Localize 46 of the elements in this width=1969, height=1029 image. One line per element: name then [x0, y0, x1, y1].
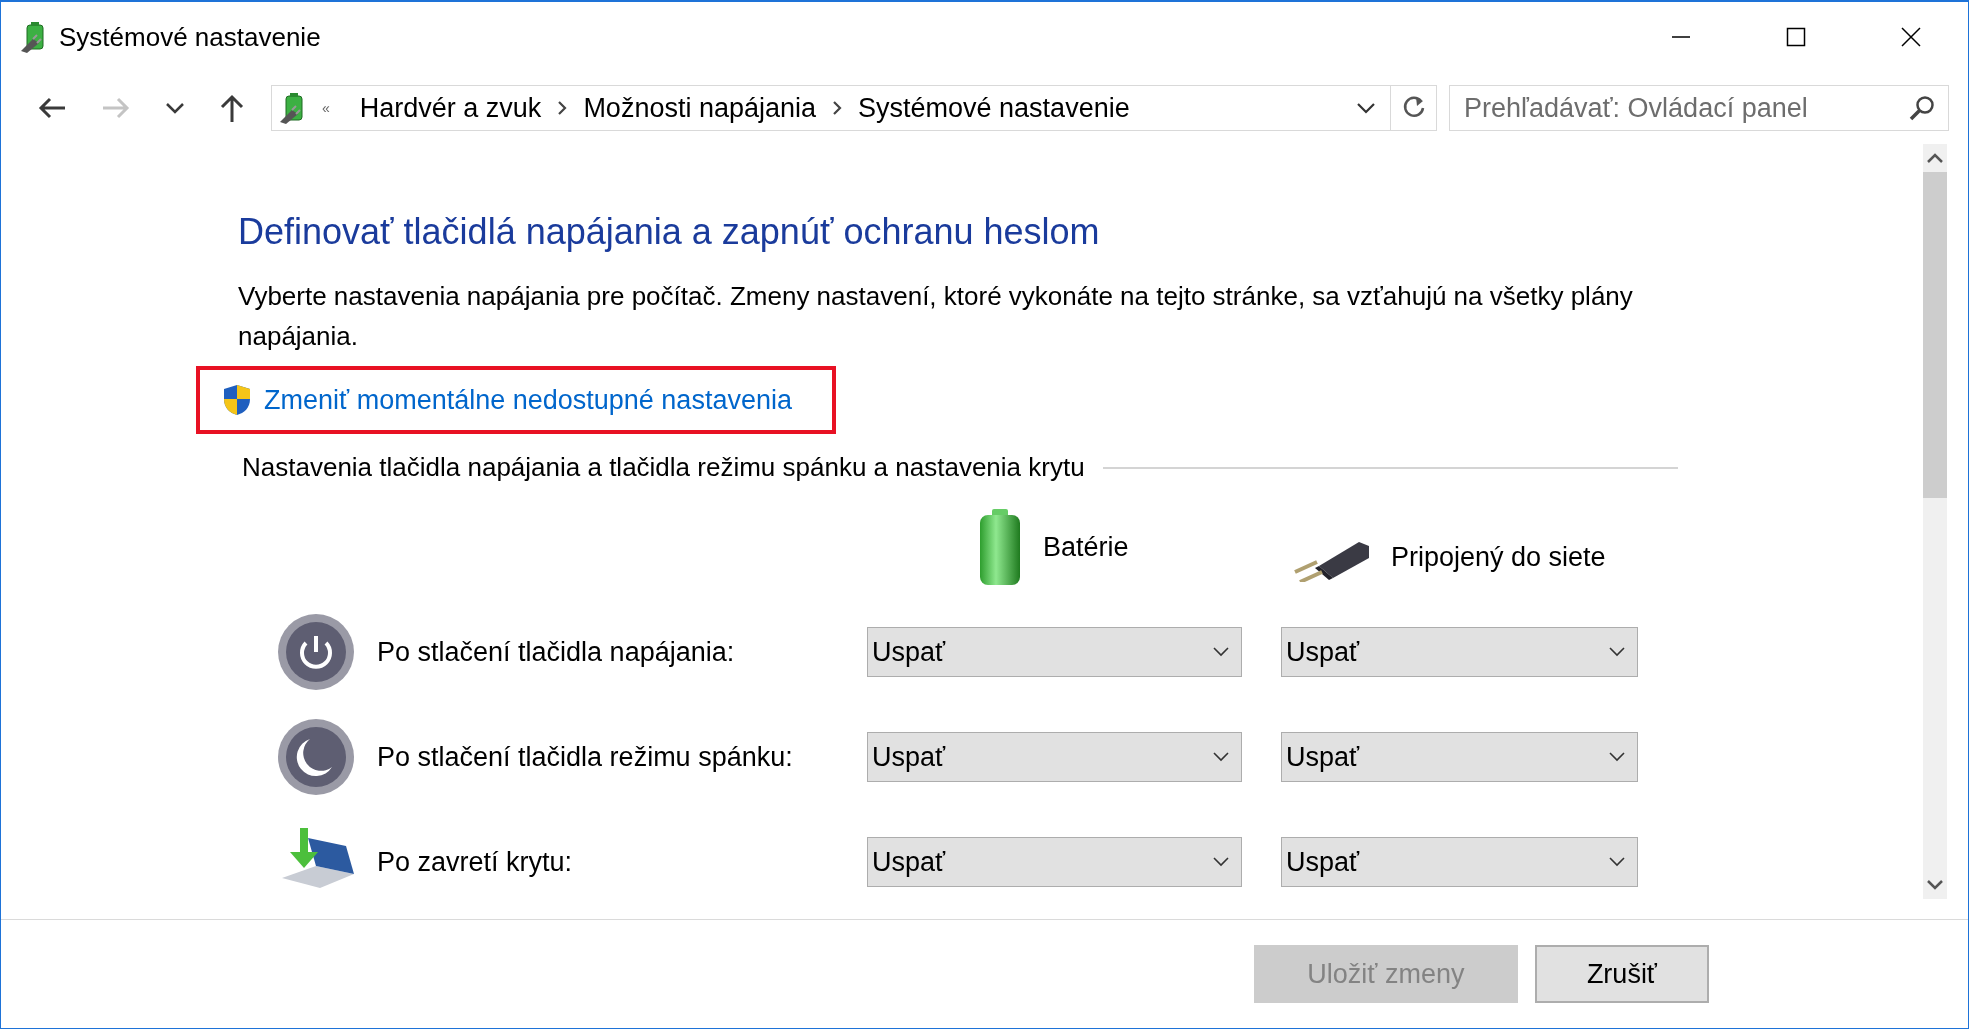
chevron-down-icon[interactable] [165, 101, 185, 115]
description-text: Vyberte nastavenia napájania pre počítač. Zmeny nastavení, ktoré vykonáte na tejto stránke, sa vzťahujú na všetky plány napájania. [238, 280, 1634, 353]
dropdown[interactable]: Uspať [867, 627, 1242, 677]
back-arrow-icon[interactable] [37, 96, 67, 120]
dropdown[interactable]: Uspať [867, 837, 1242, 887]
scrollbar[interactable] [1923, 144, 1947, 899]
close-icon[interactable] [1901, 27, 1921, 47]
breadcrumb[interactable]: Hardvér a zvuk [359, 92, 542, 124]
settings-link[interactable]: Zmeniť momentálne nedostupné nastavenia [264, 384, 792, 416]
dropdown[interactable]: Uspať [1281, 837, 1638, 887]
dropdown[interactable]: Uspať [1281, 732, 1638, 782]
breadcrumb[interactable]: Systémové nastavenie [858, 92, 1130, 124]
window-title: Systémové nastavenie [59, 21, 322, 53]
moon-button-icon [276, 717, 356, 797]
caret-icon [1213, 857, 1229, 867]
breadcrumb[interactable]: Možnosti napájania [583, 92, 817, 124]
power-button-icon [276, 612, 356, 692]
chevron-right-icon[interactable] [557, 100, 568, 116]
address-bar[interactable]: « Hardvér a zvuk Možnosti napájania Systémové nastavenie [271, 85, 1391, 131]
search-icon [1908, 94, 1936, 122]
page-heading: Definovať tlačidlá napájania a zapnúť ochranu heslom [238, 210, 1101, 254]
dialog-button[interactable]: Zrušiť [1534, 945, 1709, 1003]
scroll-down-icon [1926, 879, 1944, 891]
section-title: Nastavenia tlačidla napájania a tlačidla režimu spánku a nastavenia krytu [242, 452, 1085, 483]
setting-label: Po zavretí krytu: [377, 846, 574, 878]
caret-icon [1213, 647, 1229, 657]
caret-icon [1609, 647, 1625, 657]
column-header: Pripojený do siete [1391, 541, 1606, 573]
dropdown[interactable]: Uspať [1281, 627, 1638, 677]
dropdown[interactable]: Uspať [867, 732, 1242, 782]
maximize-icon[interactable] [1786, 27, 1806, 47]
overflow-chevron[interactable]: « [322, 100, 330, 116]
caret-icon [1213, 752, 1229, 762]
setting-label: Po stlačení tlačidla režimu spánku: [377, 741, 794, 773]
caret-icon [1609, 752, 1625, 762]
scroll-up-icon [1926, 152, 1944, 164]
search-field[interactable]: Prehľadávať: Ovládací panel [1449, 85, 1949, 131]
scroll-thumb[interactable] [1923, 172, 1947, 498]
caret-icon [1609, 857, 1625, 867]
chevron-right-icon[interactable] [832, 100, 843, 116]
column-header: Batérie [1043, 531, 1129, 563]
up-arrow-icon[interactable] [219, 93, 245, 123]
setting-label: Po stlačení tlačidla napájania: [377, 636, 736, 668]
refresh-button[interactable] [1391, 85, 1437, 131]
shield-icon [222, 384, 252, 416]
dropdown-chevron-icon[interactable] [1356, 101, 1376, 115]
